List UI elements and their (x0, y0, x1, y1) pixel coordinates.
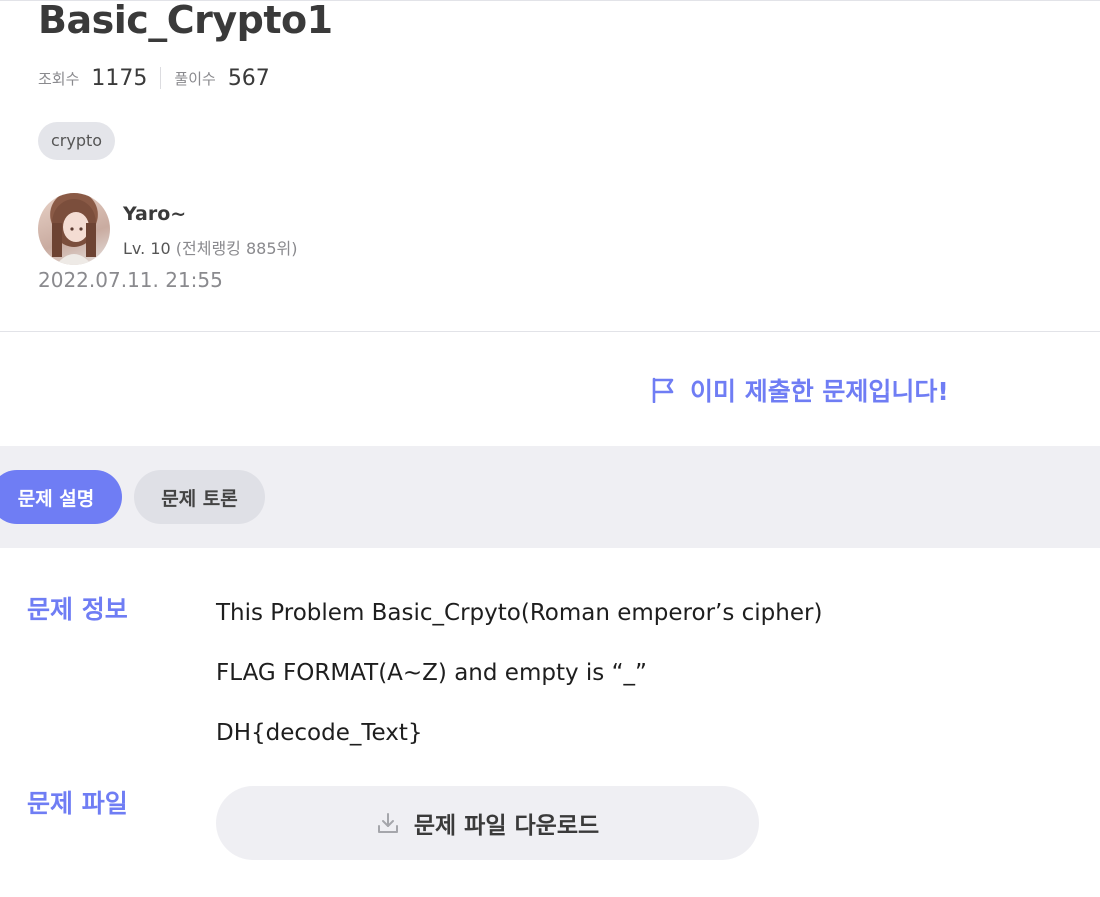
avatar[interactable] (38, 193, 110, 265)
solves-label: 풀이수 (174, 69, 216, 88)
problem-title: Basic_Crypto1 (38, 0, 333, 42)
problem-info-line-3: DH{decode_Text} (216, 720, 423, 746)
author-level: Lv. 10 (전체랭킹 885위) (123, 235, 297, 259)
problem-info-line-1: This Problem Basic_Crpyto(Roman emperor’… (216, 600, 823, 626)
solves-count: 567 (227, 65, 270, 91)
tab-bar: 문제 설명 문제 토론 (0, 446, 1100, 548)
problem-file-label: 문제 파일 (27, 789, 128, 818)
tag-crypto[interactable]: crypto (38, 122, 116, 160)
views-count: 1175 (91, 65, 148, 91)
flag-icon (652, 377, 674, 403)
avatar-illustration (52, 199, 96, 265)
section-divider (0, 331, 1100, 332)
views-label: 조회수 (38, 69, 80, 88)
level-text: Lv. 10 (123, 239, 171, 258)
download-label: 문제 파일 다운로드 (413, 813, 600, 839)
submitted-status: 이미 제출한 문제입니다! (650, 372, 949, 408)
posted-date: 2022.07.11. 21:55 (38, 268, 223, 292)
tab-description[interactable]: 문제 설명 (0, 470, 122, 524)
problem-stats: 조회수 1175 풀이수 567 (38, 64, 270, 92)
problem-info-line-2: FLAG FORMAT(A~Z) and empty is “_” (216, 660, 647, 686)
download-file-button[interactable]: 문제 파일 다운로드 (216, 786, 759, 860)
submitted-text: 이미 제출한 문제입니다! (690, 377, 949, 406)
stats-divider (160, 67, 162, 89)
problem-info-label: 문제 정보 (27, 595, 128, 624)
tab-discussion[interactable]: 문제 토론 (134, 470, 265, 524)
author-name[interactable]: Yaro~ (123, 203, 186, 225)
rank-text: (전체랭킹 885위) (175, 239, 298, 258)
download-icon (377, 813, 398, 833)
